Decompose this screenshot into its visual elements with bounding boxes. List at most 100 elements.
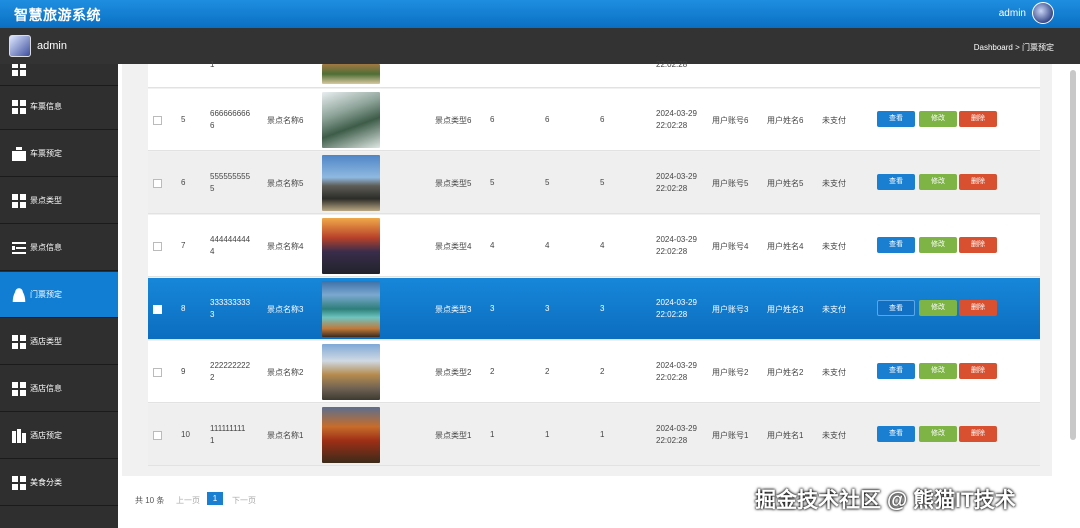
booking-number-wrap: 1 [210, 436, 215, 445]
sidebar-item-label: 酒店信息 [30, 384, 62, 393]
view-button[interactable]: 查看 [877, 300, 915, 316]
table-row[interactable]: 9 222222222 2 景点名称2 景点类型2 2 2 2 2024-03-… [148, 341, 1040, 403]
spot-image [322, 92, 380, 148]
delete-button[interactable]: 删除 [959, 174, 997, 190]
sidebar-item-hotel-type[interactable]: 酒店类型 [0, 319, 118, 365]
spot-type: 景点类型1 [435, 431, 472, 440]
delete-button[interactable]: 删除 [959, 426, 997, 442]
prev-page-link[interactable]: 上一页 [176, 495, 200, 506]
top-username[interactable]: admin [999, 8, 1026, 19]
booking-number-wrap: 2 [210, 373, 215, 382]
cell-value: 3 [545, 304, 550, 313]
next-page-link[interactable]: 下一页 [232, 495, 256, 506]
booking-date: 2024-03-29 [656, 235, 697, 244]
delete-button[interactable]: 删除 [959, 300, 997, 316]
top-avatar[interactable] [1032, 2, 1054, 24]
delete-button[interactable]: 删除 [959, 363, 997, 379]
table-row-selected[interactable]: 8 333333333 3 景点名称3 景点类型3 3 3 3 2024-03-… [148, 278, 1040, 340]
row-checkbox[interactable] [153, 242, 162, 251]
cell-value: 4 [490, 241, 495, 250]
spot-type: 景点类型3 [435, 305, 472, 314]
spot-image [322, 344, 380, 400]
current-page[interactable]: 1 [207, 492, 223, 505]
table-row[interactable]: 10 111111111 1 景点名称1 景点类型1 1 1 1 2024-03… [148, 404, 1040, 466]
view-button[interactable]: 查看 [877, 174, 915, 190]
edit-button[interactable]: 修改 [919, 111, 957, 127]
table-row[interactable]: 6 555555555 5 景点名称5 景点类型5 5 5 5 2024-03-… [148, 152, 1040, 214]
cell-value: 3 [600, 304, 605, 313]
booking-date: 2024-03-29 [656, 361, 697, 370]
payment-status: 未支付 [822, 368, 846, 377]
user-name: 用户姓名6 [767, 116, 804, 125]
cell-value: 6 [490, 115, 495, 124]
booking-number-wrap: 4 [210, 247, 215, 256]
user-account: 用户账号5 [712, 179, 749, 188]
booking-number-wrap: 6 [210, 121, 215, 130]
user-icon [12, 288, 26, 302]
spot-image [322, 281, 380, 337]
sidebar-item-spot-info[interactable]: 景点信息 [0, 225, 118, 271]
booking-number: 111111111 [210, 424, 246, 433]
sidebar-item-food-category[interactable]: 美食分类 [0, 460, 118, 506]
sidebar-item-ticket-booking[interactable]: 车票预定 [0, 131, 118, 177]
sidebar-item-spot-type[interactable]: 景点类型 [0, 178, 118, 224]
edit-button[interactable]: 修改 [919, 174, 957, 190]
sidebar-item-label: 车票信息 [30, 102, 62, 111]
booking-time: 22:02:28 [656, 184, 688, 193]
booking-number: 555555555 [210, 172, 251, 181]
row-checkbox[interactable] [153, 116, 162, 125]
sidebar-item-label: 车票预定 [30, 149, 62, 158]
edit-button[interactable]: 修改 [919, 300, 957, 316]
delete-button[interactable]: 删除 [959, 237, 997, 253]
table-row[interactable]: 7 444444444 4 景点名称4 景点类型4 4 4 4 2024-03-… [148, 215, 1040, 277]
scrollbar-track[interactable] [1054, 64, 1080, 528]
spot-name: 景点名称3 [267, 305, 304, 314]
sidebar-item-label: 景点信息 [30, 243, 62, 252]
booking-number-wrap: 3 [210, 310, 215, 319]
booking-number: 333333333 [210, 298, 251, 307]
row-index: 6 [181, 178, 186, 187]
edit-button[interactable]: 修改 [919, 426, 957, 442]
row-index: 7 [181, 241, 186, 250]
view-button[interactable]: 查看 [877, 426, 915, 442]
scrollbar-thumb[interactable] [1070, 70, 1076, 440]
spot-image [322, 407, 380, 463]
breadcrumb: Dashboard > 门票预定 [973, 43, 1054, 52]
edit-button[interactable]: 修改 [919, 363, 957, 379]
app-title: 智慧旅游系统 [14, 7, 101, 23]
grid-icon [12, 476, 26, 490]
cell-value: 3 [490, 304, 495, 313]
view-button[interactable]: 查看 [877, 237, 915, 253]
sub-header: admin Dashboard > 门票预定 [0, 28, 1080, 64]
booking-time: 22:02:28 [656, 310, 688, 319]
booking-date: 2024-03-29 [656, 109, 697, 118]
view-button[interactable]: 查看 [877, 111, 915, 127]
row-index: 9 [181, 367, 186, 376]
table-row-partial: 1 22:02:28 [148, 60, 1040, 88]
sidebar-item-partial[interactable] [0, 64, 118, 86]
row-checkbox[interactable] [153, 368, 162, 377]
avatar[interactable] [9, 35, 31, 57]
building-icon [12, 429, 26, 443]
spot-name: 景点名称6 [267, 116, 304, 125]
sidebar-item-admission-booking[interactable]: 门票预定 [0, 272, 118, 318]
edit-button[interactable]: 修改 [919, 237, 957, 253]
delete-button[interactable]: 删除 [959, 111, 997, 127]
sidebar-item-label: 酒店预定 [30, 431, 62, 440]
row-checkbox[interactable] [153, 179, 162, 188]
sidebar-item-hotel-info[interactable]: 酒店信息 [0, 366, 118, 412]
spot-image [322, 218, 380, 274]
time-tail: 22:02:28 [656, 60, 688, 69]
sidebar-item-ticket-info[interactable]: 车票信息 [0, 84, 118, 130]
view-button[interactable]: 查看 [877, 363, 915, 379]
booking-number: 444444444 [210, 235, 251, 244]
spot-name: 景点名称2 [267, 368, 304, 377]
row-checkbox[interactable] [153, 431, 162, 440]
sidebar-item-hotel-booking[interactable]: 酒店预定 [0, 413, 118, 459]
table-row[interactable]: 5 666666666 6 景点名称6 景点类型6 6 6 6 2024-03-… [148, 89, 1040, 151]
row-checkbox[interactable] [153, 305, 162, 314]
payment-status: 未支付 [822, 179, 846, 188]
booking-number-wrap: 5 [210, 184, 215, 193]
booking-date: 2024-03-29 [656, 298, 697, 307]
payment-status: 未支付 [822, 116, 846, 125]
